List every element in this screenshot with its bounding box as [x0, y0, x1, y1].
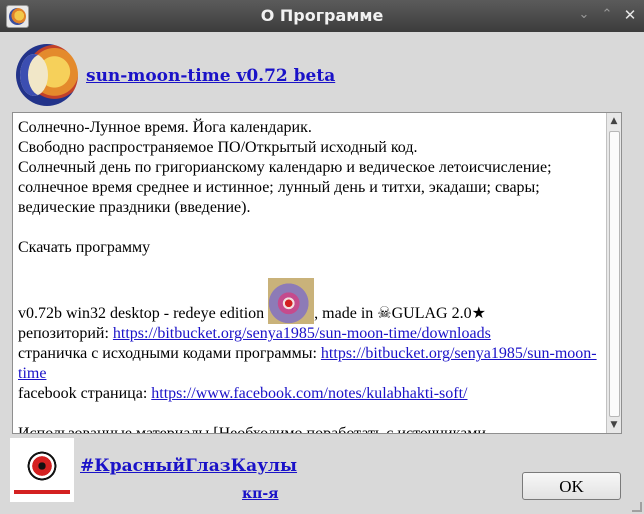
source-line: страничка с исходными кодами программы: … [18, 344, 598, 384]
source-label: страничка с исходными кодами программы: [18, 345, 317, 362]
hashtag-link[interactable]: #КрасныйГлазКаулы [80, 456, 297, 476]
about-content: Солнечно-Лунное время. Йога календарик. … [18, 118, 598, 434]
facebook-link[interactable]: https://www.facebook.com/notes/kulabhakt… [151, 385, 467, 402]
app-name-link[interactable]: sun-moon-time v0.72 beta [86, 66, 335, 86]
close-button[interactable]: ✕ [621, 6, 639, 24]
scroll-thumb[interactable] [609, 131, 620, 417]
maximize-button[interactable]: ⌃ [598, 6, 616, 24]
resize-grip-icon[interactable] [632, 502, 642, 512]
edition-line: v0.72b win32 desktop - redeye edition , … [18, 278, 598, 324]
red-eye-logo [10, 438, 74, 502]
title-bar[interactable]: О Программе ⌄ ⌃ ✕ [0, 0, 644, 32]
sub-link[interactable]: кп-я [242, 486, 279, 502]
minimize-button[interactable]: ⌄ [575, 6, 593, 24]
facebook-line: facebook страница: https://www.facebook.… [18, 384, 598, 404]
repo-link[interactable]: https://bitbucket.org/senya1985/sun-moon… [113, 325, 491, 342]
scroll-up-icon[interactable]: ▲ [607, 113, 621, 129]
about-text-area[interactable]: Солнечно-Лунное время. Йога календарик. … [12, 112, 622, 434]
logo-caption-bar [14, 490, 70, 494]
download-heading: Скачать программу [18, 239, 151, 256]
vertical-scrollbar[interactable]: ▲ ▼ [606, 113, 621, 433]
features-line: Солнечный день по григорианскому календа… [18, 159, 552, 216]
repo-label: репозиторий: [18, 325, 109, 342]
eye-shape [24, 448, 60, 484]
scroll-down-icon[interactable]: ▼ [607, 417, 621, 433]
description-line: Солнечно-Лунное время. Йога календарик. [18, 119, 312, 136]
edition-prefix: v0.72b win32 desktop - redeye edition [18, 305, 265, 322]
license-line: Свободно распространяемое ПО/Открытый ис… [18, 139, 418, 156]
moon-shape [20, 54, 48, 96]
window-title: О Программе [260, 6, 384, 25]
redeye-thumbnail [268, 278, 315, 324]
facebook-label: facebook страница: [18, 385, 148, 402]
repo-line: репозиторий: https://bitbucket.org/senya… [18, 324, 598, 344]
sun-moon-logo [16, 44, 78, 106]
ok-button[interactable]: OK [522, 472, 621, 500]
edition-suffix: , made in ☠GULAG 2.0★ [314, 305, 486, 322]
materials-line: Использованные материалы [Необходимо пор… [18, 425, 486, 434]
